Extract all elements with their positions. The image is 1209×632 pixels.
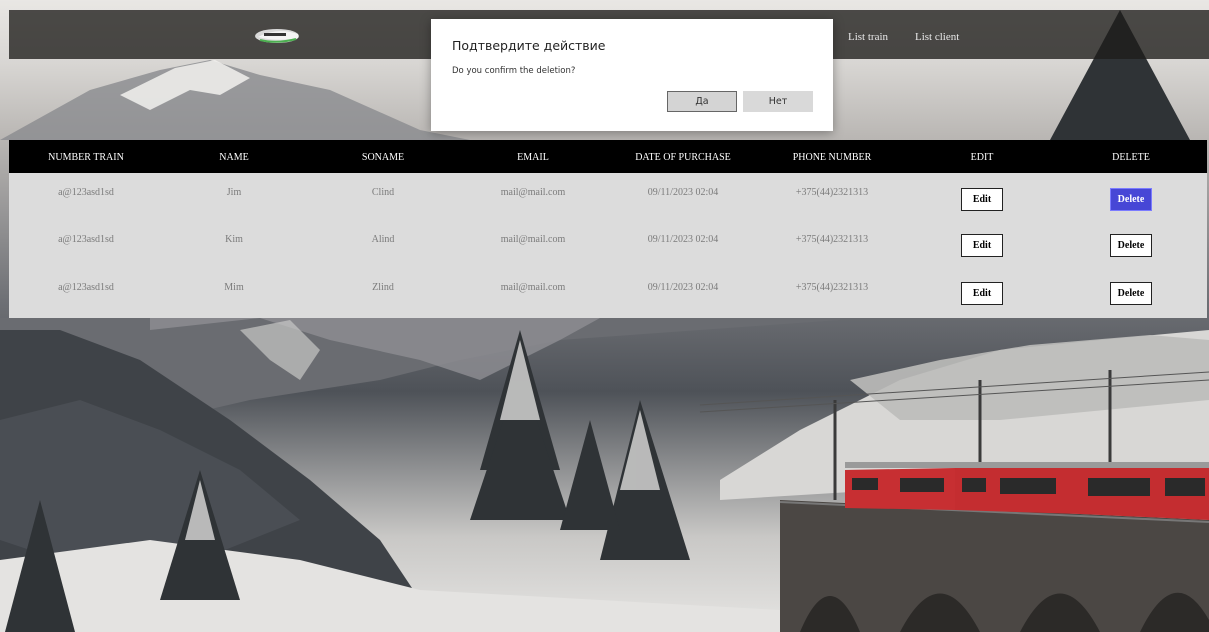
delete-button[interactable]: Delete [1110,188,1152,211]
cell-date: 09/11/2023 02:04 [647,234,719,245]
cell-soname: Alind [371,234,395,245]
dialog-message: Do you confirm the deletion? [452,66,576,76]
column-header-name: NAME [219,152,249,163]
confirm-no-button[interactable]: Нет [743,91,813,112]
cell-soname: Zlind [372,282,394,293]
cell-email: mail@mail.com [500,187,566,198]
cell-phone: +375(44)2321313 [795,234,869,245]
edit-button[interactable]: Edit [961,188,1003,211]
column-header-date-of-purchase: DATE OF PURCHASE [635,152,731,163]
confirm-yes-button[interactable]: Да [667,91,737,112]
cell-number-train: a@123asd1sd [58,234,114,245]
cell-date: 09/11/2023 02:04 [647,282,719,293]
cell-phone: +375(44)2321313 [795,187,869,198]
table-header: NUMBER TRAIN NAME SONAME EMAIL DATE OF P… [9,140,1207,173]
cell-name: Kim [225,234,243,245]
cell-name: Mim [224,282,244,293]
train-icon[interactable] [252,25,302,47]
confirm-dialog: Подтвердите действие Do you confirm the … [431,19,833,131]
column-header-phone-number: PHONE NUMBER [792,152,872,163]
nav-list-client-link[interactable]: List client [915,31,959,43]
cell-soname: Clind [371,187,395,198]
cell-number-train: a@123asd1sd [58,282,114,293]
clients-table: NUMBER TRAIN NAME SONAME EMAIL DATE OF P… [9,140,1207,318]
column-header-delete: DELETE [1112,152,1150,163]
cell-email: mail@mail.com [500,234,566,245]
edit-button[interactable]: Edit [961,282,1003,305]
column-header-number-train: NUMBER TRAIN [48,152,124,163]
cell-number-train: a@123asd1sd [58,187,114,198]
nav-list-train-link[interactable]: List train [848,31,888,43]
cell-email: mail@mail.com [500,282,566,293]
edit-button[interactable]: Edit [961,234,1003,257]
column-header-edit: EDIT [970,152,994,163]
column-header-soname: SONAME [361,152,405,163]
cell-date: 09/11/2023 02:04 [647,187,719,198]
cell-name: Jim [226,187,242,198]
delete-button[interactable]: Delete [1110,234,1152,257]
delete-button[interactable]: Delete [1110,282,1152,305]
cell-phone: +375(44)2321313 [795,282,869,293]
dialog-title: Подтвердите действие [452,38,606,53]
column-header-email: EMAIL [517,152,549,163]
